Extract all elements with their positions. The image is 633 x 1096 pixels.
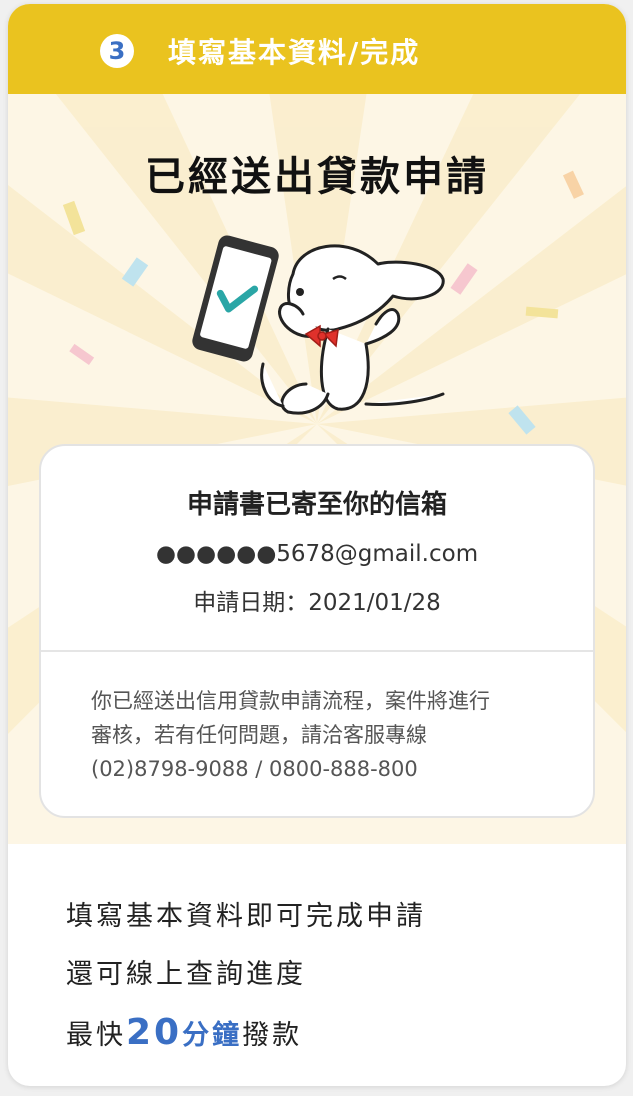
step-header: 3 填寫基本資料/完成: [8, 4, 626, 94]
service-phone-numbers[interactable]: (02)8798-9088 / 0800-888-800: [91, 752, 551, 786]
feature-list: 填寫基本資料即可完成申請 還可線上查詢進度 最快20分鐘撥款: [66, 897, 426, 1071]
hero-section: 已經送出貸款申請 申請書已寄至你的信箱 ●●●●●●5678@gmail.com…: [8, 94, 626, 844]
service-note-line: 審核，若有任何問題，請洽客服專線: [91, 723, 427, 747]
application-info-card: 申請書已寄至你的信箱 ●●●●●●5678@gmail.com 申請日期：202…: [39, 444, 595, 818]
phone-icon: [192, 235, 279, 362]
divider: [41, 650, 593, 652]
feature-prefix: 最快: [66, 1020, 126, 1051]
feature-line-1: 填寫基本資料即可完成申請: [66, 901, 426, 932]
dog-with-phone-illustration: [192, 235, 445, 415]
feature-minutes-number: 20: [126, 1012, 183, 1053]
step-number-badge: 3: [100, 34, 134, 68]
service-note-line: 你已經送出信用貸款申請流程，案件將進行: [91, 689, 490, 713]
feature-line-2: 還可線上查詢進度: [66, 959, 306, 990]
step-title: 填寫基本資料/完成: [168, 36, 421, 69]
completion-card: 3 填寫基本資料/完成 已經送出貸款申請 申請書已寄至你的信箱 ●●●●●●56…: [8, 4, 626, 1086]
hero-title: 已經送出貸款申請: [145, 154, 489, 200]
masked-email: ●●●●●●5678@gmail.com: [155, 541, 479, 567]
feature-suffix: 撥款: [242, 1020, 303, 1051]
info-title: 申請書已寄至你的信箱: [186, 490, 447, 520]
feature-minutes-unit: 分鐘: [182, 1020, 243, 1051]
application-date: 申請日期：2021/01/28: [193, 590, 441, 616]
feature-line-3: 最快20分鐘撥款: [66, 1013, 426, 1071]
service-note: 你已經送出信用貸款申請流程，案件將進行 審核，若有任何問題，請洽客服專線 (02…: [91, 684, 551, 786]
